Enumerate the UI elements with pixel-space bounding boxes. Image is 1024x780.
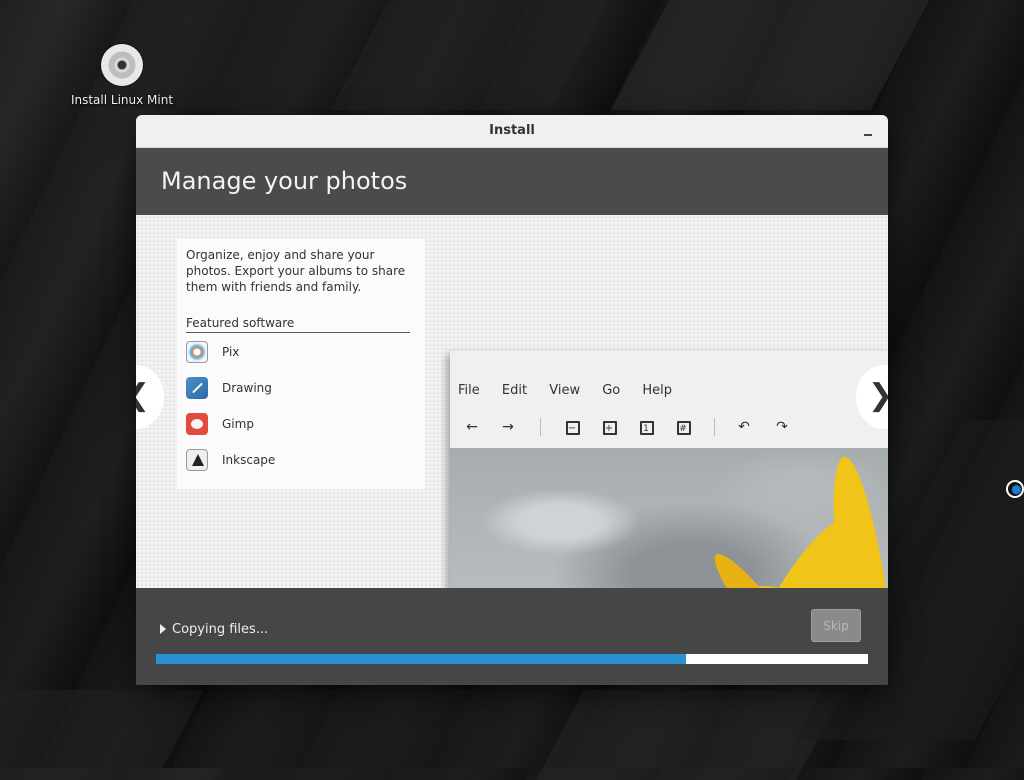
slide-header: Manage your photos [136,148,888,215]
menu-help: Help [642,383,673,398]
toolbar-separator [714,418,715,436]
arrow-right-icon: → [502,419,514,435]
desktop-icon-label: Install Linux Mint [70,93,174,107]
zoom-original-icon: 1 [638,419,654,435]
slide-title: Manage your photos [161,167,408,195]
slideshow: Organize, enjoy and share your photos. E… [136,215,888,588]
gimp-icon [186,413,208,435]
lily-photo [450,448,888,588]
wallpaper-shape [330,0,610,110]
toolbar-separator [540,418,541,436]
software-name: Pix [222,345,240,359]
app-screenshot: File Edit View Go Help ← → − + 1 # ↶ ↷ [450,351,888,588]
window-title: Install [489,123,535,138]
software-name: Gimp [222,417,254,431]
wallpaper-shape [0,690,204,780]
status-text: Copying files... [172,622,269,637]
rotate-left-icon: ↶ [738,419,750,435]
zoom-fit-icon: # [675,419,691,435]
progress-bar-fill [156,654,687,664]
disc-icon [101,44,143,86]
software-name: Inkscape [222,453,276,467]
expander-arrow-icon [160,623,166,634]
menu-view: View [549,383,581,398]
software-item-pix: Pix [186,341,386,365]
pix-window-preview: File Edit View Go Help ← → − + 1 # ↶ ↷ [450,351,888,588]
install-progress-area: Copying files... Skip [136,588,888,685]
software-item-gimp: Gimp [186,413,386,437]
inkscape-icon [186,449,208,471]
status-expander[interactable]: Copying files... [160,622,268,637]
preview-toolbar-area: File Edit View Go Help ← → − + 1 # ↶ ↷ [450,351,888,448]
arrow-left-icon: ← [466,419,478,435]
progress-bar [156,654,868,664]
minimize-button[interactable] [862,121,876,141]
pix-icon [186,341,208,363]
desktop-install-icon[interactable]: Install Linux Mint [66,44,178,107]
menu-file: File [458,383,480,398]
skip-button[interactable]: Skip [811,609,861,642]
menu-edit: Edit [501,383,528,398]
preview-menu-bar: File Edit View Go Help [458,383,690,398]
previous-slide-button[interactable]: ❮ [136,365,164,429]
slide-text-panel: Organize, enjoy and share your photos. E… [177,239,425,489]
zoom-in-icon: + [601,419,617,435]
zoom-out-icon: − [564,419,580,435]
wallpaper-shape [610,0,930,110]
wallpaper-shape [216,690,524,780]
installer-window: Install Manage your photos Organize, enj… [136,115,888,685]
menu-go: Go [602,383,621,398]
featured-software-heading: Featured software [186,316,410,333]
software-item-drawing: Drawing [186,377,386,401]
rotate-right-icon: ↷ [776,419,788,435]
software-name: Drawing [222,381,272,395]
busy-cursor-icon [1006,480,1024,498]
drawing-icon [186,377,208,399]
slide-description: Organize, enjoy and share your photos. E… [186,248,406,294]
title-bar[interactable]: Install [136,115,888,148]
software-item-inkscape: Inkscape [186,449,386,473]
